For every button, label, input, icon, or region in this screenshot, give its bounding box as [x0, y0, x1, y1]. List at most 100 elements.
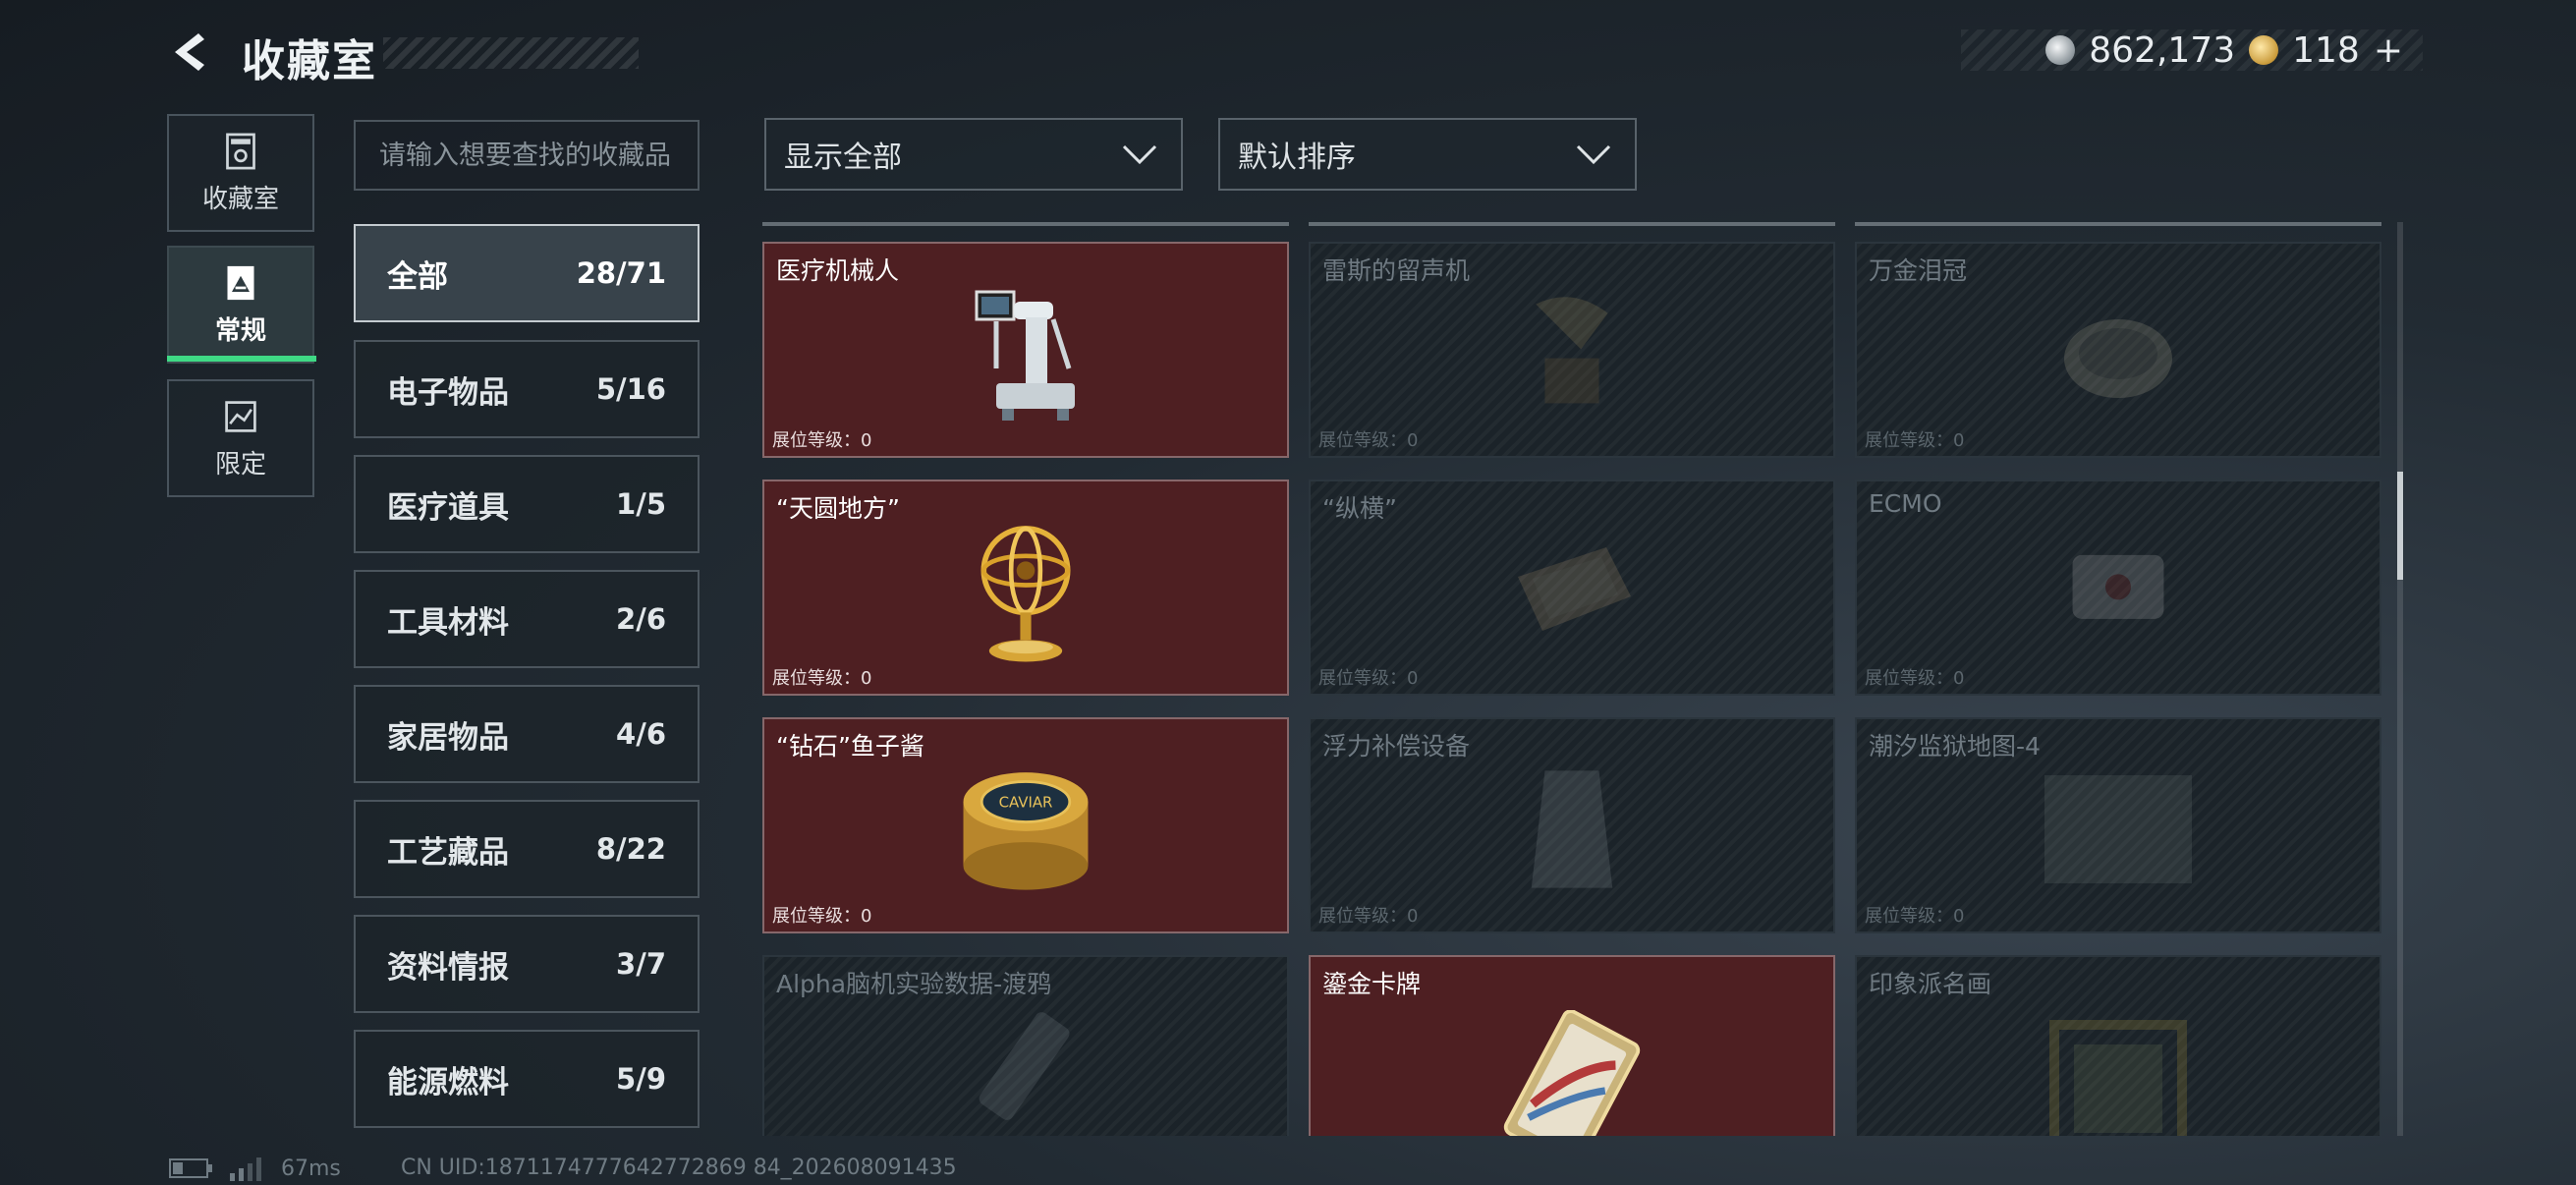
currency-bar: 862,173 118 +	[1961, 29, 2423, 71]
back-button[interactable]	[165, 28, 214, 77]
search-input[interactable]	[354, 120, 700, 191]
collection-item[interactable]: 印象派名画	[1855, 955, 2381, 1136]
collection-item[interactable]: 浮力补偿设备 展位等级：0	[1309, 717, 1835, 933]
category-name: 资料情报	[387, 949, 509, 986]
collection-item[interactable]: ECMO 展位等级：0	[1855, 480, 2381, 696]
category-count: 28/71	[576, 256, 666, 290]
scrollbar-thumb[interactable]	[2397, 472, 2403, 580]
sort-selected: 默认排序	[1238, 141, 1356, 175]
nav-label: 限定	[214, 449, 266, 480]
item-name: 雷斯的留声机	[1322, 256, 1471, 285]
display-level: 展位等级：0	[1865, 668, 1965, 689]
category-name: 能源燃料	[387, 1064, 509, 1100]
item-name: “钻石”鱼子酱	[776, 732, 924, 761]
display-level: 展位等级：0	[1318, 430, 1419, 451]
title-decoration	[383, 37, 639, 69]
collection-item[interactable]: 雷斯的留声机 展位等级：0	[1309, 242, 1835, 458]
sort-dropdown[interactable]: 默认排序	[1218, 118, 1637, 191]
nav-collection-room[interactable]: 收藏室	[167, 114, 314, 232]
chevron-down-icon	[1576, 144, 1611, 165]
category-crafts[interactable]: 工艺藏品 8/22	[354, 800, 700, 898]
collection-room-icon	[226, 133, 255, 169]
category-fuel[interactable]: 能源燃料 5/9	[354, 1030, 700, 1128]
category-name: 工具材料	[387, 604, 509, 641]
filter-dropdown[interactable]: 显示全部	[764, 118, 1183, 191]
item-name: 浮力补偿设备	[1322, 732, 1471, 761]
collection-item[interactable]: “钻石”鱼子酱 CAVIAR 展位等级：0	[762, 717, 1289, 933]
nav-limited[interactable]: 限定	[167, 379, 314, 497]
gramophone-icon	[1536, 297, 1608, 404]
category-intel[interactable]: 资料情报 3/7	[354, 915, 700, 1013]
collection-item[interactable]: 万金泪冠 展位等级：0	[1855, 242, 2381, 458]
category-name: 全部	[387, 258, 448, 295]
category-household[interactable]: 家居物品 4/6	[354, 685, 700, 783]
category-count: 1/5	[616, 487, 666, 521]
ecmo-machine-icon	[2072, 555, 2164, 620]
battery-icon	[169, 1158, 212, 1178]
item-name: ECMO	[1869, 489, 1942, 518]
row-divider	[762, 222, 1289, 226]
category-electronics[interactable]: 电子物品 5/16	[354, 340, 700, 438]
data-drive-icon	[979, 1012, 1070, 1121]
item-name: “天圆地方”	[776, 494, 900, 523]
map-icon	[2044, 775, 2192, 884]
gold-coin-icon	[2249, 35, 2279, 65]
nav-label: 收藏室	[201, 184, 279, 214]
scrollbar-track[interactable]	[2397, 222, 2403, 1136]
category-medical[interactable]: 医疗道具 1/5	[354, 455, 700, 553]
item-name: Alpha脑机实验数据-渡鸦	[776, 970, 1052, 998]
collection-item[interactable]: 鎏金卡牌	[1309, 955, 1835, 1136]
display-level: 展位等级：0	[1865, 906, 1965, 927]
add-currency-button[interactable]: +	[2374, 30, 2403, 71]
active-indicator	[167, 356, 316, 362]
silver-coin-amount: 862,173	[2089, 29, 2236, 71]
category-all[interactable]: 全部 28/71	[354, 224, 700, 322]
collection-item[interactable]: “纵横” 展位等级：0	[1309, 480, 1835, 696]
crown-icon	[2064, 319, 2172, 399]
nav-label: 常规	[214, 315, 266, 346]
row-divider	[1309, 222, 1835, 226]
caviar-tin-icon: CAVIAR	[963, 772, 1089, 890]
back-arrow-icon	[175, 33, 204, 71]
collection-item[interactable]: 医疗机械人 展位等级：0	[762, 242, 1289, 458]
item-name: “纵横”	[1322, 494, 1397, 523]
item-name: 医疗机械人	[776, 256, 900, 285]
display-level: 展位等级：0	[772, 430, 872, 451]
regular-card-icon	[227, 265, 254, 300]
display-level: 展位等级：0	[772, 906, 872, 927]
nav-regular[interactable]: 常规	[167, 246, 314, 364]
category-count: 2/6	[616, 602, 666, 636]
display-level: 展位等级：0	[772, 668, 872, 689]
page-title: 收藏室	[242, 36, 377, 86]
limited-map-icon	[225, 400, 256, 432]
collection-item[interactable]: 潮汐监狱地图-4 展位等级：0	[1855, 717, 2381, 933]
ping-value: 67ms	[281, 1156, 341, 1181]
filter-selected: 显示全部	[784, 141, 902, 175]
category-name: 家居物品	[387, 719, 509, 756]
silver-coin-icon	[2045, 35, 2076, 65]
display-level: 展位等级：0	[1865, 430, 1965, 451]
display-level: 展位等级：0	[1318, 906, 1419, 927]
painting-frame-icon	[2049, 1019, 2187, 1136]
category-count: 4/6	[616, 717, 666, 751]
row-divider	[1855, 222, 2381, 226]
category-name: 工艺藏品	[387, 834, 509, 871]
item-name: 鎏金卡牌	[1322, 970, 1422, 998]
category-count: 5/16	[595, 372, 666, 406]
board-game-icon	[1518, 547, 1631, 632]
status-footer: 67ms	[169, 1156, 341, 1181]
armillary-sphere-icon	[980, 526, 1071, 662]
medical-robot-icon	[975, 290, 1075, 422]
item-name: 潮汐监狱地图-4	[1869, 732, 2041, 761]
category-name: 医疗道具	[387, 489, 509, 526]
category-name: 电子物品	[387, 374, 509, 411]
collection-item[interactable]: Alpha脑机实验数据-渡鸦	[762, 955, 1289, 1136]
collection-item[interactable]: “天圆地方” 展位等级：0	[762, 480, 1289, 696]
gilded-card-icon	[1503, 1009, 1641, 1136]
signal-icon	[230, 1157, 261, 1181]
user-uid: CN UID:1871174777642772869 84_2026080914…	[401, 1156, 957, 1180]
category-tools[interactable]: 工具材料 2/6	[354, 570, 700, 668]
caviar-label: CAVIAR	[999, 794, 1053, 812]
gold-coin-amount: 118	[2292, 29, 2360, 71]
item-name: 印象派名画	[1869, 970, 1992, 998]
